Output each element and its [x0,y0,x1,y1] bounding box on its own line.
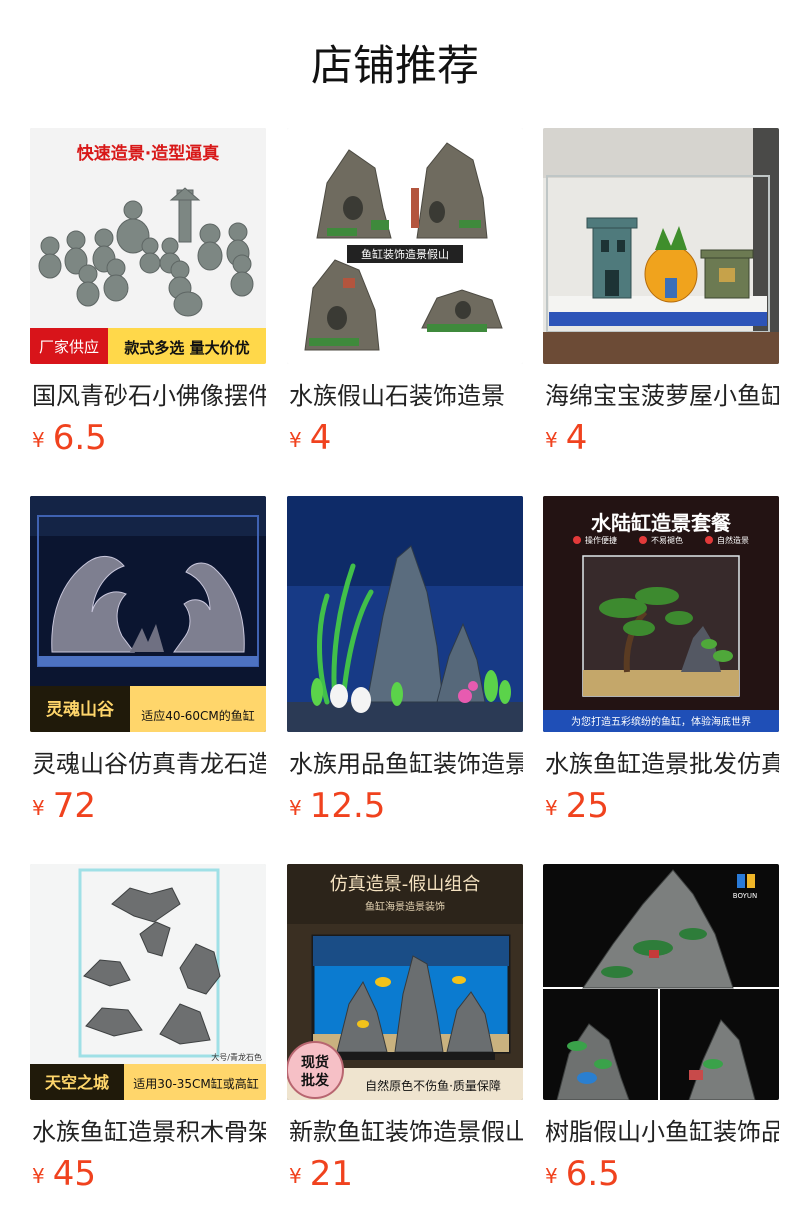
product-name[interactable]: 新款鱼缸装饰造景假山 [289,1112,523,1152]
image-feature: 自然造景 [717,535,749,545]
price-value: 6.5 [52,418,107,458]
product-price: ¥25 [545,786,609,830]
image-badge: 厂家供应 [39,338,99,356]
product-name[interactable]: 国风青砂石小佛像摆件 [32,376,266,416]
rockery-combo-image[interactable]: 仿真造景-假山组合 鱼缸海景造景装饰 现货 批发 自然原色不伤鱼·质量保障 [287,864,523,1100]
pineapple-house-tank-image[interactable] [543,128,779,364]
price-value: 21 [309,1154,353,1194]
product-card[interactable]: 仿真造景-假山组合 鱼缸海景造景装饰 现货 批发 自然原色不伤鱼·质量保障 新款… [287,864,523,1194]
image-feature: 不易褪色 [651,535,683,545]
product-name[interactable]: 海绵宝宝菠萝屋小鱼缸 [545,376,779,416]
currency-symbol: ¥ [545,428,558,452]
product-card[interactable]: 水陆缸造景套餐 操作便捷 不易褪色 自然造景 为您打造五彩缤纷的鱼缸，体验海底世… [543,496,779,826]
bonsai-tank-image[interactable]: 水陆缸造景套餐 操作便捷 不易褪色 自然造景 为您打造五彩缤纷的鱼缸，体验海底世… [543,496,779,732]
product-price: ¥4 [545,418,587,462]
product-price: ¥72 [32,786,96,830]
image-banner: 鱼缸装饰造景假山 [361,247,449,261]
product-card[interactable]: 快速造景·造型逼真 厂家供应 款式多选 量大价优 国风青砂石小佛像摆件 ¥ 6.… [30,128,266,458]
product-price: ¥6.5 [545,1154,620,1198]
product-name[interactable]: 水族用品鱼缸装饰造景 [289,744,523,784]
currency-symbol: ¥ [545,796,558,820]
price-value: 25 [565,786,609,826]
product-card[interactable]: BOYUN 树脂假山小鱼缸装饰品 ¥6.5 [543,864,779,1194]
price-value: 45 [52,1154,96,1194]
image-headline: 快速造景·造型逼真 [77,143,219,164]
product-card[interactable]: 灵魂山谷 适应40-60CM的鱼缸 灵魂山谷仿真青龙石造景 ¥72 [30,496,266,826]
image-tagline: 适用30-35CM缸或高缸 [133,1076,259,1091]
image-subheadline: 鱼缸海景造景装饰 [365,900,445,913]
product-card[interactable]: 水族用品鱼缸装饰造景 ¥12.5 [287,496,523,826]
currency-symbol: ¥ [32,428,45,452]
buddha-figurines-image[interactable]: 快速造景·造型逼真 厂家供应 款式多选 量大价优 [30,128,266,364]
currency-symbol: ¥ [289,1164,302,1188]
image-tagline: 自然原色不伤鱼·质量保障 [365,1078,501,1093]
image-headline: 仿真造景-假山组合 [330,874,481,895]
image-tagline: 为您打造五彩缤纷的鱼缸，体验海底世界 [571,715,751,728]
price-value: 12.5 [309,786,386,826]
image-badge: 天空之城 [45,1073,109,1092]
rockery-image[interactable]: 鱼缸装饰造景假山 [287,128,523,364]
product-card[interactable]: 大号/青龙石色 天空之城 适用30-35CM缸或高缸 水族鱼缸造景积木骨架 ¥4… [30,864,266,1194]
page-title: 店铺推荐 [310,41,479,90]
image-feature: 操作便捷 [585,535,617,545]
price-value: 4 [565,418,588,458]
product-price: ¥45 [32,1154,96,1198]
image-tagline: 适应40-60CM的鱼缸 [141,708,255,723]
image-badge-line1: 现货 [301,1054,329,1071]
product-name[interactable]: 水族鱼缸造景积木骨架 [32,1112,266,1152]
aquarium-plants-image[interactable] [287,496,523,732]
price-value: 72 [52,786,96,826]
product-name[interactable]: 水族鱼缸造景批发仿真 [545,744,779,784]
product-name[interactable]: 树脂假山小鱼缸装饰品 [545,1112,779,1152]
product-price: ¥12.5 [289,786,385,830]
image-note: 大号/青龙石色 [211,1052,262,1062]
image-badge: 灵魂山谷 [46,699,115,720]
product-card[interactable]: 鱼缸装饰造景假山 水族假山石装饰造景 ¥4 [287,128,523,458]
price-value: 6.5 [565,1154,620,1194]
image-logo-text: BOYUN [733,892,757,900]
product-card[interactable]: 海绵宝宝菠萝屋小鱼缸 ¥4 [543,128,779,458]
product-price: ¥4 [289,418,331,462]
image-badge-line2: 批发 [301,1072,330,1089]
currency-symbol: ¥ [545,1164,558,1188]
currency-symbol: ¥ [289,796,302,820]
image-headline: 水陆缸造景套餐 [591,511,732,535]
currency-symbol: ¥ [32,1164,45,1188]
product-name[interactable]: 水族假山石装饰造景 [289,376,523,416]
resin-rockery-image[interactable]: BOYUN [543,864,779,1100]
image-tagline: 款式多选 量大价优 [124,339,249,357]
product-price: ¥21 [289,1154,353,1198]
currency-symbol: ¥ [289,428,302,452]
dragon-stone-valley-image[interactable]: 灵魂山谷 适应40-60CM的鱼缸 [30,496,266,732]
floating-rocks-image[interactable]: 大号/青龙石色 天空之城 适用30-35CM缸或高缸 [30,864,266,1100]
product-price: ¥6.5 [32,418,107,462]
product-name[interactable]: 灵魂山谷仿真青龙石造景 [32,744,266,784]
currency-symbol: ¥ [32,796,45,820]
price-value: 4 [309,418,332,458]
